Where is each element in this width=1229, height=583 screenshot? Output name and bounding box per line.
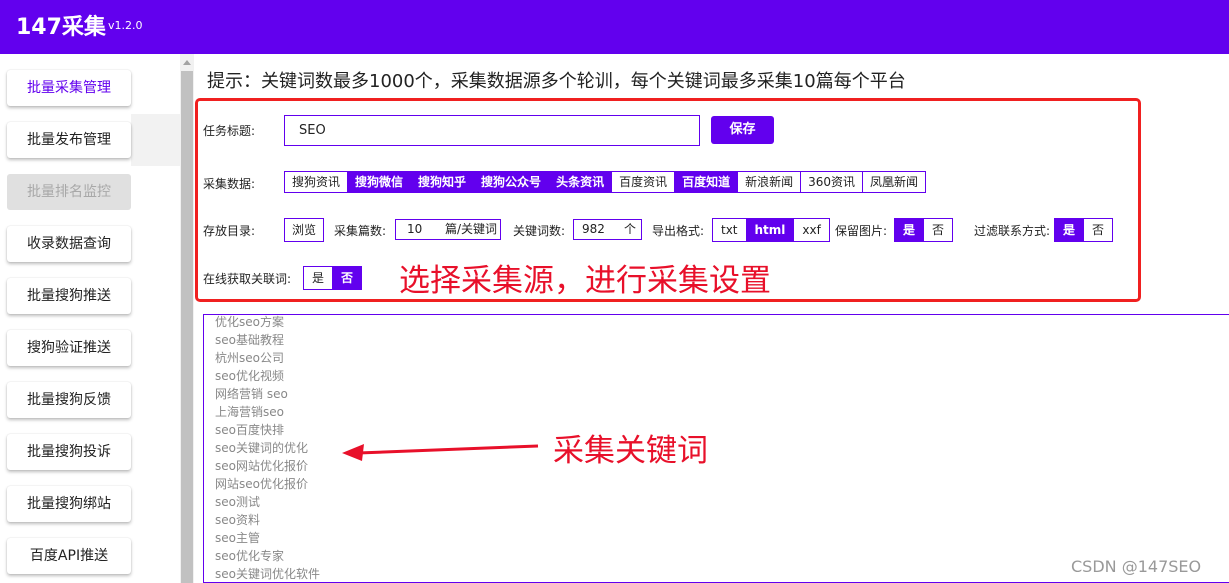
keyword-line: seo资料 [215, 513, 260, 527]
online-option[interactable]: 否 [333, 267, 362, 289]
app-version: v1.2.0 [108, 19, 143, 32]
scroll-up-icon[interactable] [183, 60, 191, 65]
source-chip[interactable]: 360资讯 [801, 172, 864, 192]
count-field[interactable]: 10 篇/关键词 [395, 219, 501, 240]
format-chip[interactable]: xxf [794, 219, 828, 241]
source-chip[interactable]: 百度知道 [675, 172, 739, 192]
source-chip[interactable]: 搜狗公众号 [474, 172, 550, 192]
sidebar-hover-highlight [131, 114, 180, 166]
filter-option[interactable]: 是 [1055, 219, 1085, 241]
sidebar-item[interactable]: 批量采集管理 [7, 70, 131, 106]
source-chip[interactable]: 新浪新闻 [738, 172, 802, 192]
save-button[interactable]: 保存 [711, 116, 774, 144]
sidebar-item: 批量排名监控 [7, 174, 131, 210]
keyword-line: seo关键词优化软件 [215, 567, 320, 581]
keyword-line: seo优化专家 [215, 549, 284, 563]
keyword-line: 优化seo方案 [215, 315, 284, 329]
tip-text: 提示：关键词数最多1000个，采集数据源多个轮训，每个关键词最多采集10篇每个平… [207, 71, 906, 92]
source-chip[interactable]: 百度资讯 [612, 172, 676, 192]
keyword-line: seo百度快排 [215, 423, 284, 437]
keep-img-option[interactable]: 是 [895, 219, 925, 241]
source-label: 采集数据: [203, 177, 256, 191]
count-unit: 篇/关键词 [444, 222, 497, 236]
keyword-line: seo优化视频 [215, 369, 284, 383]
format-label: 导出格式: [652, 224, 705, 238]
source-chip[interactable]: 头条资讯 [549, 172, 613, 192]
sidebar-item[interactable]: 批量搜狗推送 [7, 278, 131, 314]
format-chip[interactable]: html [746, 219, 795, 241]
scrollbar[interactable] [180, 54, 194, 583]
filter-chip-group: 是否 [1054, 218, 1114, 242]
browse-button-wrap: 浏览 [284, 218, 325, 242]
source-chip[interactable]: 搜狗知乎 [411, 172, 475, 192]
source-chip[interactable]: 搜狗微信 [348, 172, 412, 192]
keyword-line: 网络营销 seo [215, 387, 288, 401]
task-title-input[interactable]: SEO [284, 115, 700, 146]
keyword-line: seo基础教程 [215, 333, 284, 347]
sidebar-item[interactable]: 百度API推送 [7, 538, 131, 574]
online-label: 在线获取关联词: [203, 272, 292, 286]
keep-img-option[interactable]: 否 [924, 219, 952, 241]
sidebar-item[interactable]: 批量搜狗投诉 [7, 434, 131, 470]
red-arrow-icon [342, 444, 539, 461]
filter-option[interactable]: 否 [1084, 219, 1112, 241]
kwcount-unit: 个 [623, 222, 636, 236]
format-chip[interactable]: txt [713, 219, 747, 241]
online-option[interactable]: 是 [304, 267, 334, 289]
keyword-line: seo网站优化报价 [215, 459, 308, 473]
scroll-thumb[interactable] [181, 71, 193, 583]
keyword-line: 上海营销seo [215, 405, 284, 419]
sidebar-item[interactable]: 批量搜狗反馈 [7, 382, 131, 418]
kwcount-label: 关键词数: [513, 224, 566, 238]
count-label: 采集篇数: [334, 224, 387, 238]
source-chip[interactable]: 凤凰新闻 [863, 172, 925, 192]
filter-label: 过滤联系方式: [974, 224, 1051, 238]
kwcount-field[interactable]: 982 个 [573, 219, 642, 240]
online-chip-group: 是否 [303, 266, 363, 290]
keywords-annotation: 采集关键词 [553, 433, 708, 469]
watermark: CSDN @147SEO [1071, 557, 1202, 576]
keyword-line: 杭州seo公司 [215, 351, 284, 365]
count-value: 10 [407, 222, 423, 236]
keyword-line: seo主管 [215, 531, 260, 545]
sidebar-item[interactable]: 批量发布管理 [7, 122, 131, 158]
app-header: 147采集 v1.2.0 [0, 0, 1229, 54]
sidebar-item[interactable]: 搜狗验证推送 [7, 330, 131, 366]
format-chip-group: txt html xxf [712, 218, 830, 242]
sidebar-item[interactable]: 收录数据查询 [7, 226, 131, 262]
keep-img-chip-group: 是否 [894, 218, 954, 242]
sidebar-item[interactable]: 批量搜狗绑站 [7, 486, 131, 522]
dir-label: 存放目录: [203, 224, 256, 238]
kwcount-value: 982 [582, 222, 605, 236]
keyword-line: 网站seo优化报价 [215, 477, 308, 491]
keep-img-label: 保留图片: [835, 224, 888, 238]
source-chip[interactable]: 搜狗资讯 [285, 172, 349, 192]
source-chip-group: 搜狗资讯 搜狗微信 搜狗知乎 搜狗公众号 头条资讯 百度资讯 百度知道 新浪新闻 360资讯 凤凰… [284, 171, 927, 193]
keyword-line: seo测试 [215, 495, 260, 509]
keyword-line: seo关键词的优化 [215, 441, 308, 455]
app-title: 147采集 [16, 15, 106, 40]
settings-annotation: 选择采集源，进行采集设置 [399, 263, 771, 299]
task-title-label: 任务标题: [203, 124, 256, 138]
browse-button[interactable]: 浏览 [285, 219, 323, 241]
